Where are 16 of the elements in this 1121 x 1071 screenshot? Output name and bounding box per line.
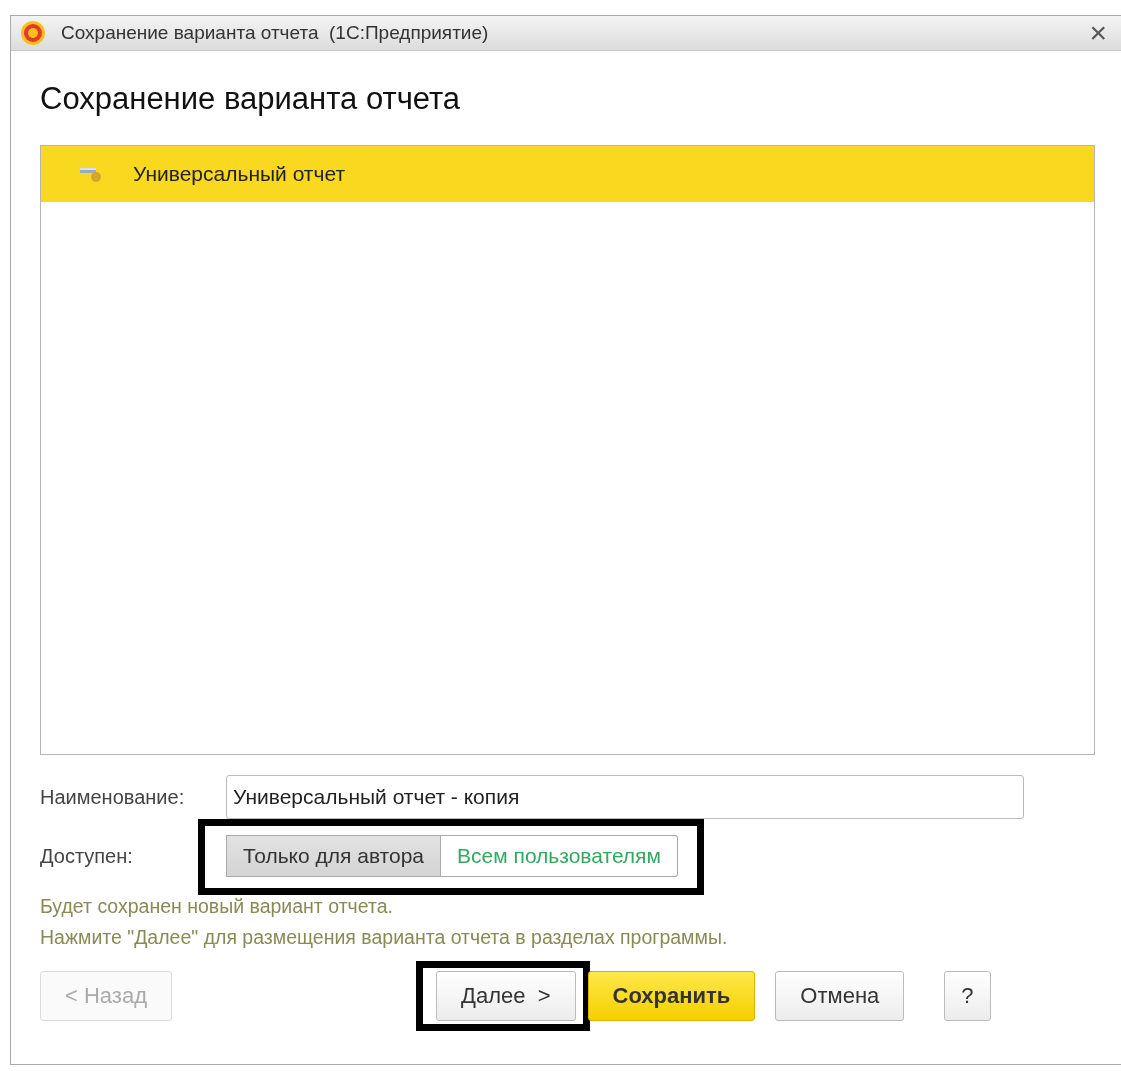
window-title: Сохранение варианта отчета (1С:Предприятие) <box>61 22 490 44</box>
availability-label: Доступен: <box>40 844 134 868</box>
help-button[interactable]: ? <box>944 971 991 1021</box>
app-logo-icon <box>19 19 47 47</box>
next-button[interactable]: Далее > <box>436 971 576 1021</box>
info-text: Нажмите "Далее" для размещения варианта отчета в разделах программы. <box>40 925 729 950</box>
form-heading: Сохранение варианта отчета <box>40 81 462 117</box>
info-text: Будет сохранен новый вариант отчета. <box>40 894 394 919</box>
close-button[interactable]: × <box>1083 18 1113 48</box>
list-item[interactable]: Универсальный отчет <box>41 146 1094 202</box>
name-field[interactable]: Универсальный отчет - копия <box>226 775 1024 819</box>
default-button[interactable]: Сохранить <box>587 971 756 1021</box>
report-variant-icon <box>79 165 103 183</box>
plain-button[interactable]: Отмена <box>775 971 905 1021</box>
name-label: Наименование: <box>40 785 186 809</box>
availability-option[interactable]: Только для автора <box>226 835 442 877</box>
